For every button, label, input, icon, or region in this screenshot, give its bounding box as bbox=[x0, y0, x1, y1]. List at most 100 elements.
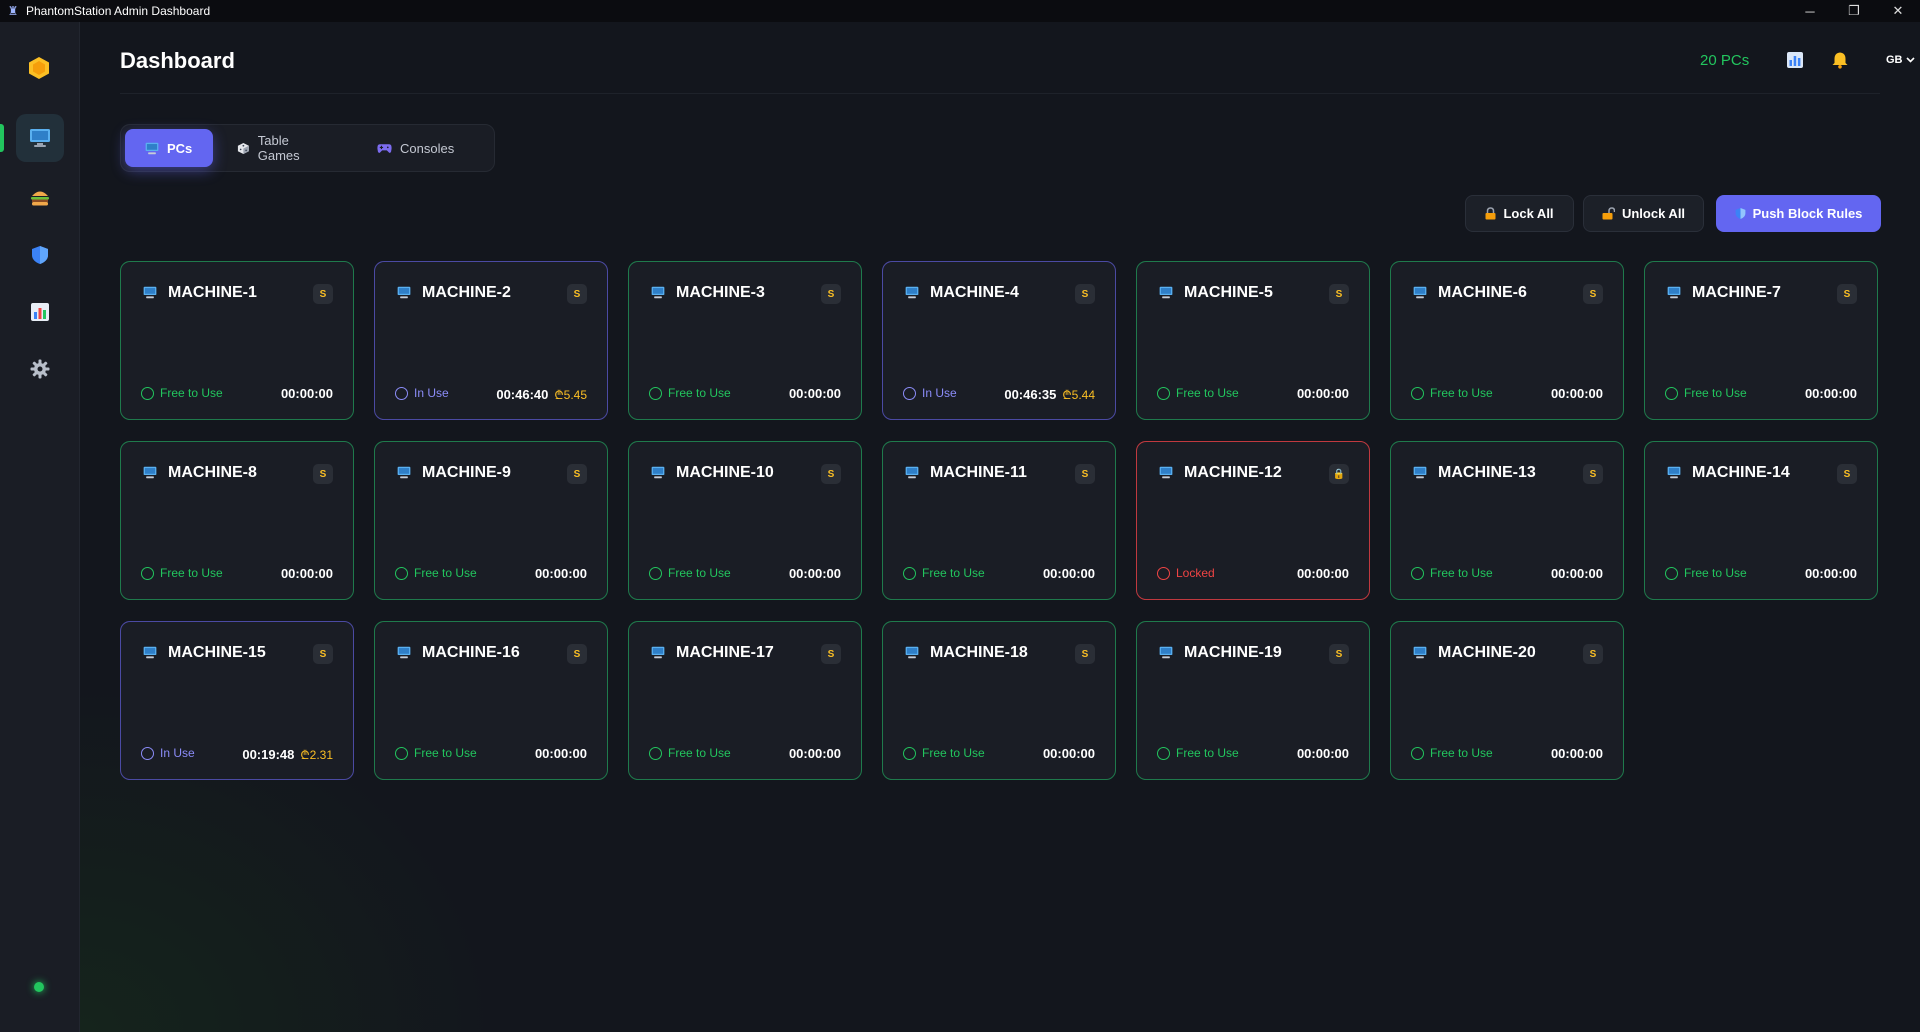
session-timer: 00:00:00 bbox=[1042, 746, 1095, 761]
session-timer: 00:00:00 bbox=[280, 566, 333, 581]
tab-table-games[interactable]: Table Games bbox=[217, 129, 353, 167]
chevron-down-icon bbox=[1905, 57, 1915, 63]
machine-card[interactable]: MACHINE-19 S Free to Use 00:00:00 bbox=[1136, 621, 1370, 780]
machine-status: Free to Use bbox=[1411, 566, 1493, 580]
session-timer: 00:00:00 bbox=[280, 386, 333, 401]
lock-all-button[interactable]: Lock All bbox=[1465, 195, 1574, 232]
monitor-icon bbox=[1159, 466, 1173, 479]
machine-card[interactable]: MACHINE-16 S Free to Use 00:00:00 bbox=[374, 621, 608, 780]
session-info: 00:00:00 bbox=[789, 566, 841, 581]
machine-status: Free to Use bbox=[903, 746, 985, 760]
monitor-icon bbox=[397, 646, 411, 659]
session-info: 00:00:00 bbox=[535, 746, 587, 761]
machine-name: MACHINE-2 bbox=[422, 284, 511, 301]
gamepad-icon bbox=[377, 143, 392, 153]
session-cost: ₾2.31 bbox=[300, 748, 333, 762]
machine-card[interactable]: MACHINE-15 S In Use 00:19:48 ₾2.31 bbox=[120, 621, 354, 780]
machine-card[interactable]: MACHINE-5 S Free to Use 00:00:00 bbox=[1136, 261, 1370, 420]
status-label: Free to Use bbox=[1430, 386, 1493, 400]
hexagon-logo-icon[interactable] bbox=[28, 56, 50, 80]
session-timer: 00:00:00 bbox=[1804, 386, 1857, 401]
shield-icon bbox=[1735, 208, 1745, 219]
session-timer: 00:46:40 bbox=[496, 387, 549, 402]
sidebar-item-pcs[interactable] bbox=[16, 114, 64, 162]
machine-card[interactable]: MACHINE-3 S Free to Use 00:00:00 bbox=[628, 261, 862, 420]
machine-card[interactable]: MACHINE-4 S In Use 00:46:35 ₾5.44 bbox=[882, 261, 1116, 420]
unlock-all-button[interactable]: Unlock All bbox=[1583, 195, 1704, 232]
machine-card[interactable]: MACHINE-13 S Free to Use 00:00:00 bbox=[1390, 441, 1624, 600]
session-timer: 00:00:00 bbox=[1042, 566, 1095, 581]
machine-card[interactable]: MACHINE-10 S Free to Use 00:00:00 bbox=[628, 441, 862, 600]
sidebar-item-reports[interactable] bbox=[16, 288, 64, 336]
sidebar-item-food[interactable] bbox=[16, 174, 64, 222]
session-info: 00:00:00 bbox=[1805, 566, 1857, 581]
status-ring-icon bbox=[1665, 566, 1678, 580]
tab-label: PCs bbox=[167, 140, 193, 156]
machine-card[interactable]: MACHINE-6 S Free to Use 00:00:00 bbox=[1390, 261, 1624, 420]
status-ring-icon bbox=[903, 746, 916, 760]
session-info: 00:00:00 bbox=[1805, 386, 1857, 401]
machine-card[interactable]: MACHINE-11 S Free to Use 00:00:00 bbox=[882, 441, 1116, 600]
language-selector[interactable]: GB bbox=[1886, 54, 1915, 66]
status-ring-icon bbox=[1157, 746, 1170, 760]
machine-card[interactable]: MACHINE-18 S Free to Use 00:00:00 bbox=[882, 621, 1116, 780]
tier-badge: S bbox=[1329, 644, 1349, 664]
push-block-rules-button[interactable]: Push Block Rules bbox=[1716, 195, 1881, 232]
main-content: Dashboard 20 PCs GB PCs Table Games Cons… bbox=[80, 22, 1920, 1032]
tab-consoles[interactable]: Consoles bbox=[357, 129, 487, 167]
machine-card[interactable]: MACHINE-9 S Free to Use 00:00:00 bbox=[374, 441, 608, 600]
machine-status: In Use bbox=[395, 386, 449, 400]
session-timer: 00:00:00 bbox=[1296, 746, 1349, 761]
machine-card[interactable]: MACHINE-12 🔒 Locked 00:00:00 bbox=[1136, 441, 1370, 600]
session-info: 00:00:00 bbox=[1551, 746, 1603, 761]
tier-badge: S bbox=[1075, 644, 1095, 664]
machine-name: MACHINE-14 bbox=[1692, 464, 1790, 481]
status-label: Free to Use bbox=[1176, 746, 1239, 760]
session-timer: 00:00:00 bbox=[1550, 566, 1603, 581]
machine-card[interactable]: MACHINE-20 S Free to Use 00:00:00 bbox=[1390, 621, 1624, 780]
tab-label: Consoles bbox=[400, 140, 455, 156]
sidebar-item-security[interactable] bbox=[16, 231, 64, 279]
session-info: 00:00:00 bbox=[1297, 386, 1349, 401]
bell-icon[interactable] bbox=[1831, 51, 1849, 69]
close-button[interactable]: ✕ bbox=[1876, 0, 1920, 22]
machine-status: Free to Use bbox=[141, 386, 223, 400]
status-ring-icon bbox=[649, 566, 662, 580]
machine-status: Free to Use bbox=[1411, 386, 1493, 400]
monitor-icon bbox=[143, 286, 157, 299]
tier-badge: S bbox=[1837, 464, 1857, 484]
status-ring-icon bbox=[903, 386, 916, 400]
machine-name: MACHINE-15 bbox=[168, 644, 266, 661]
machine-card[interactable]: MACHINE-8 S Free to Use 00:00:00 bbox=[120, 441, 354, 600]
machine-card[interactable]: MACHINE-17 S Free to Use 00:00:00 bbox=[628, 621, 862, 780]
status-ring-icon bbox=[649, 386, 662, 400]
machine-card[interactable]: MACHINE-1 S Free to Use 00:00:00 bbox=[120, 261, 354, 420]
machine-status: Free to Use bbox=[1665, 386, 1747, 400]
title-bar: ♜ PhantomStation Admin Dashboard ─ ❐ ✕ bbox=[0, 0, 1920, 22]
machine-card[interactable]: MACHINE-2 S In Use 00:46:40 ₾5.45 bbox=[374, 261, 608, 420]
machine-name: MACHINE-4 bbox=[930, 284, 1019, 301]
monitor-icon bbox=[30, 129, 50, 147]
status-label: Free to Use bbox=[1430, 746, 1493, 760]
status-label: Free to Use bbox=[922, 746, 985, 760]
status-ring-icon bbox=[395, 386, 408, 400]
session-timer: 00:00:00 bbox=[534, 746, 587, 761]
session-timer: 00:00:00 bbox=[1550, 746, 1603, 761]
sidebar-item-settings[interactable] bbox=[16, 345, 64, 393]
status-ring-icon bbox=[903, 566, 916, 580]
monitor-icon bbox=[651, 466, 665, 479]
minimize-button[interactable]: ─ bbox=[1788, 0, 1832, 22]
session-timer: 00:00:00 bbox=[534, 566, 587, 581]
tier-badge: S bbox=[567, 644, 587, 664]
stats-chart-icon[interactable] bbox=[1786, 51, 1804, 69]
session-info: 00:00:00 bbox=[1551, 566, 1603, 581]
machine-card[interactable]: MACHINE-14 S Free to Use 00:00:00 bbox=[1644, 441, 1878, 600]
monitor-icon bbox=[905, 466, 919, 479]
machine-name: MACHINE-16 bbox=[422, 644, 520, 661]
machine-status: Free to Use bbox=[1157, 746, 1239, 760]
restore-button[interactable]: ❐ bbox=[1832, 0, 1876, 22]
machine-card[interactable]: MACHINE-7 S Free to Use 00:00:00 bbox=[1644, 261, 1878, 420]
machine-status: Free to Use bbox=[395, 746, 477, 760]
tab-pcs[interactable]: PCs bbox=[125, 129, 213, 167]
session-info: 00:00:00 bbox=[535, 566, 587, 581]
